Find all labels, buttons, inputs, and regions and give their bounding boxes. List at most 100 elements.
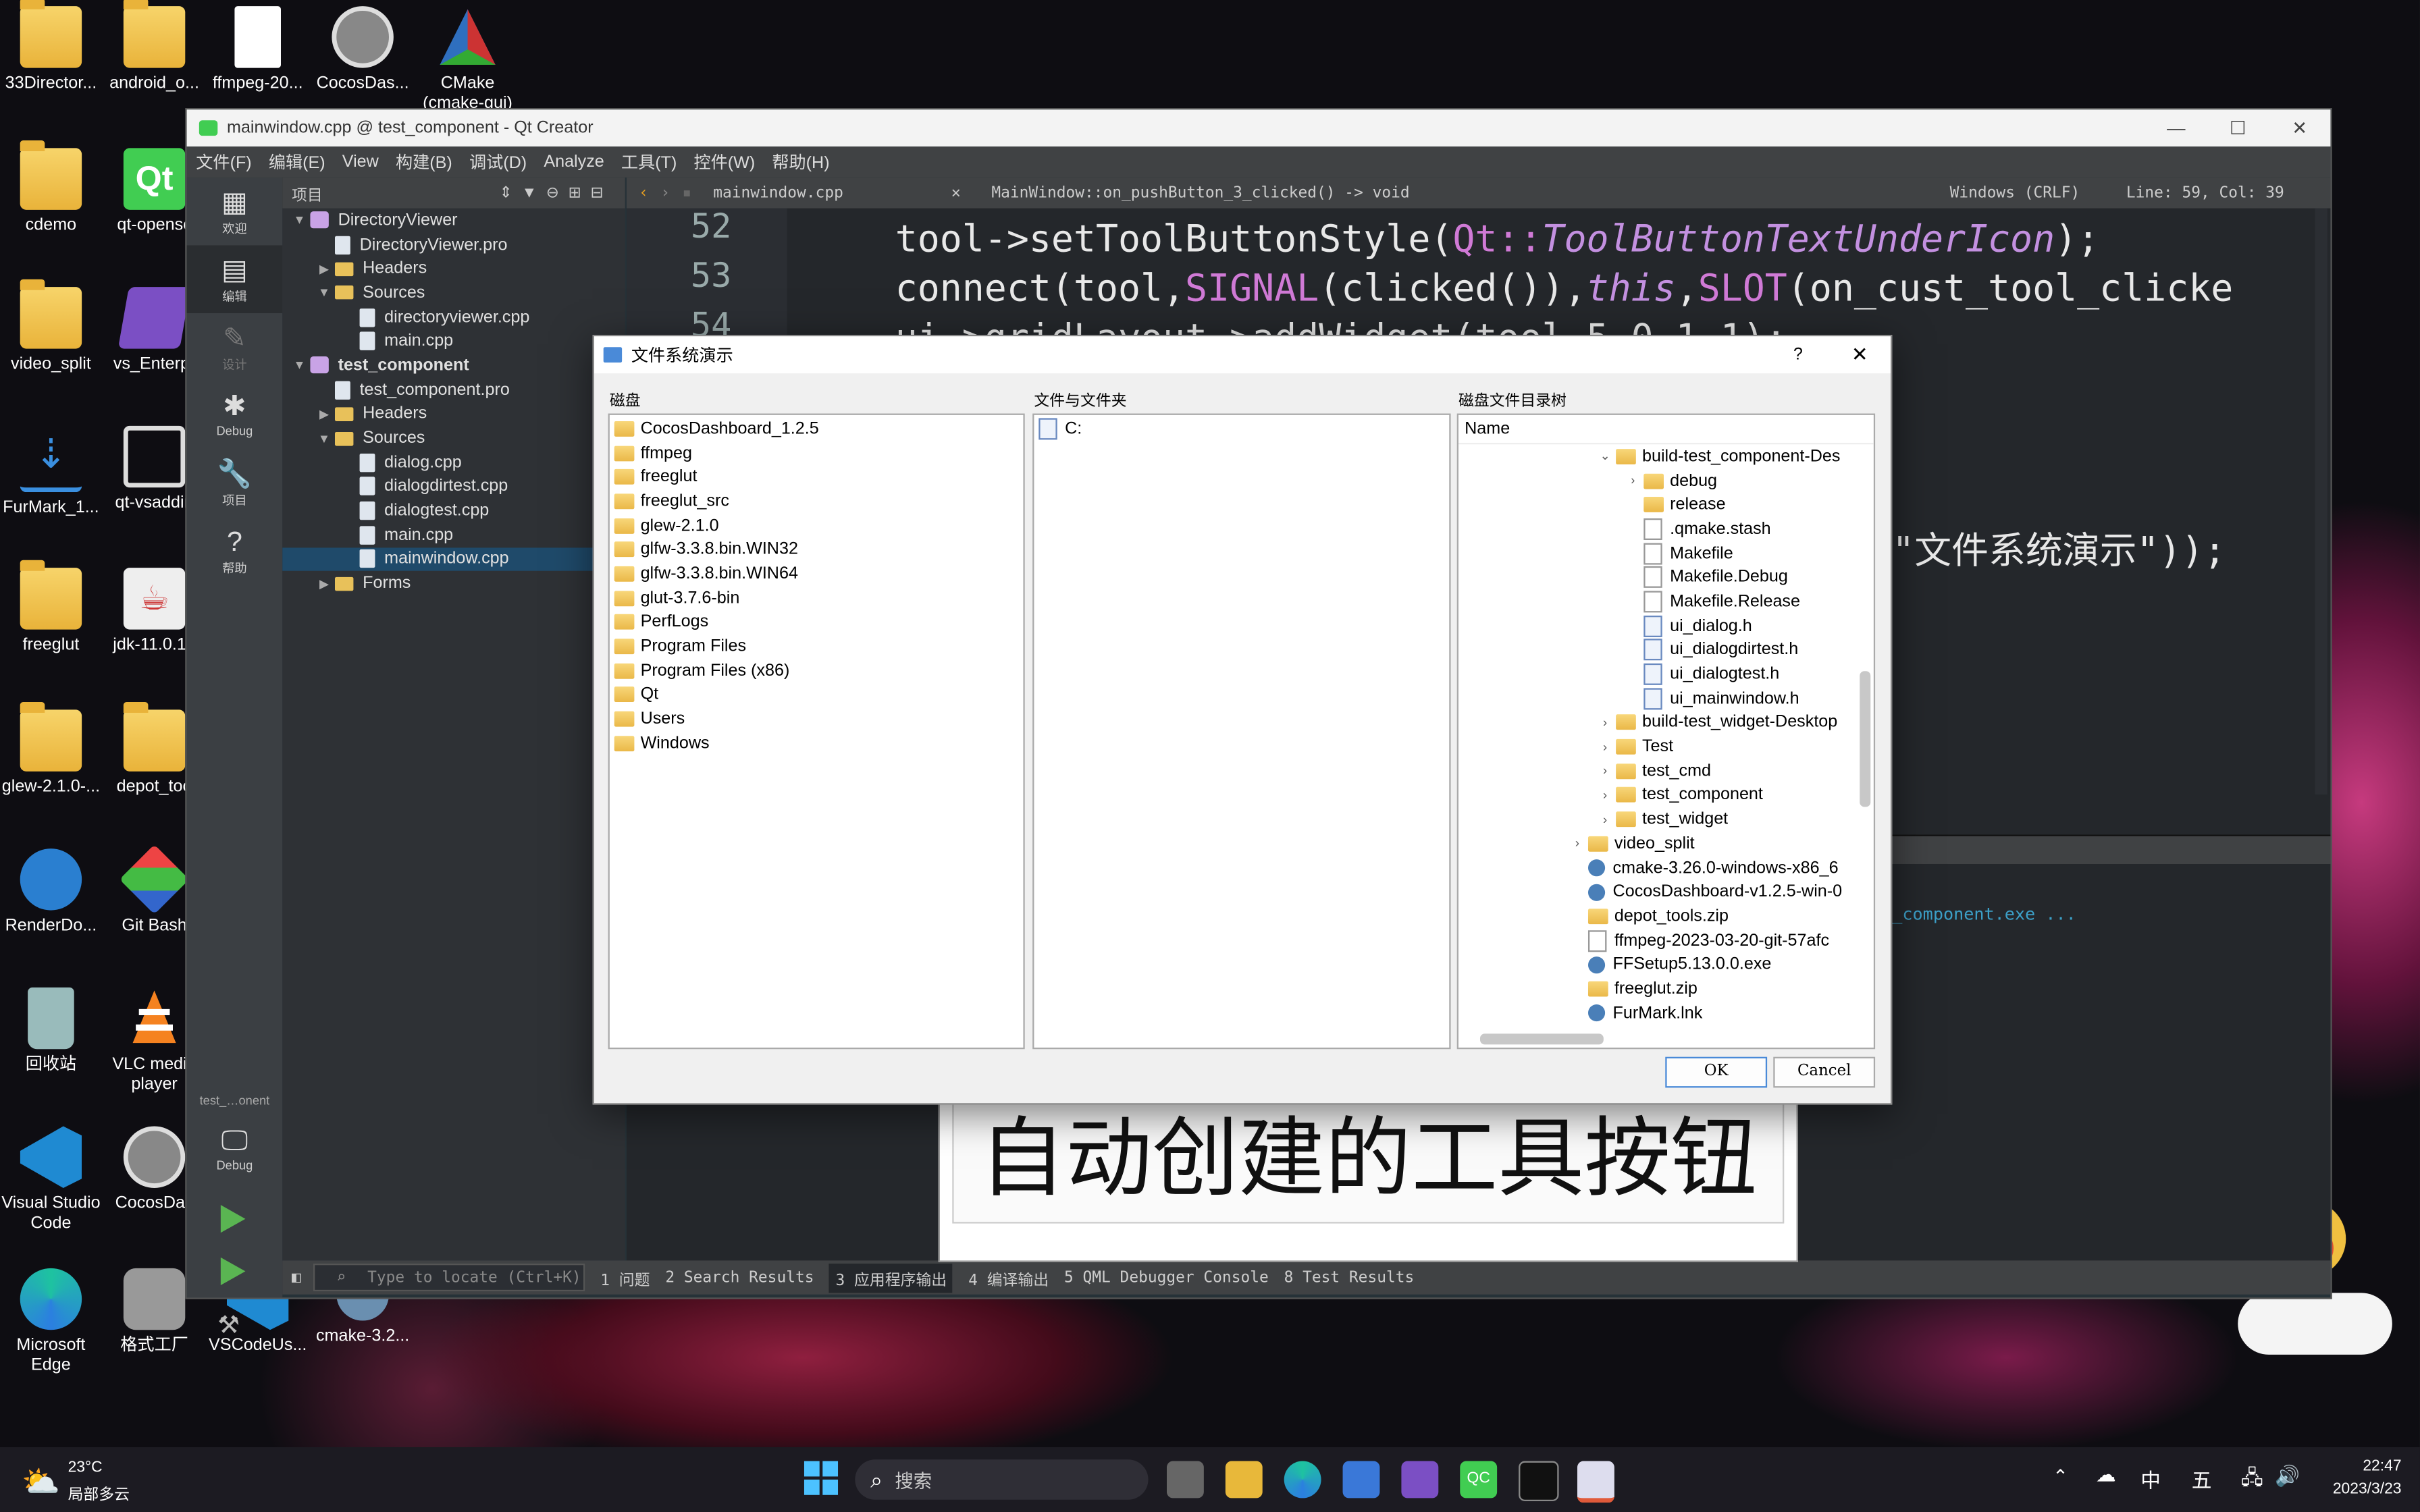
ok-button[interactable]: OK (1665, 1056, 1768, 1088)
editor-vertical-scrollbar[interactable] (2315, 208, 2327, 795)
directory-tree-item[interactable]: ⌄ build-test_component-Des (1458, 444, 1874, 468)
close-file-icon[interactable]: ✕ (951, 184, 961, 201)
directory-tree-item[interactable]: › test_cmd (1458, 759, 1874, 783)
mode-welcome[interactable]: ▦ 欢迎 (187, 178, 283, 246)
expand-arrow-icon[interactable]: › (1594, 788, 1616, 803)
directory-tree-item[interactable]: depot_tools.zip (1458, 905, 1874, 929)
project-tree-item[interactable]: ▼ Sources (282, 281, 625, 305)
project-tree-item[interactable]: main.cpp (282, 523, 625, 547)
directory-tree-item[interactable]: › test_component (1458, 783, 1874, 807)
project-tree-item[interactable]: ▼ test_component (282, 354, 625, 378)
tree-horizontal-scrollbar[interactable] (1479, 1033, 1604, 1045)
expand-arrow-icon[interactable]: ▶ (313, 262, 335, 276)
mode-design[interactable]: ✎ 设计 (187, 313, 283, 381)
menu-help[interactable]: 帮助(H) (772, 150, 829, 175)
directory-tree-item[interactable]: › video_split (1458, 832, 1874, 856)
expand-arrow-icon[interactable]: › (1622, 474, 1643, 488)
project-tree-item[interactable]: directoryviewer.cpp (282, 305, 625, 329)
minimize-button[interactable]: — (2145, 117, 2207, 139)
code-line-53[interactable]: connect(tool,SIGNAL(clicked()),this,SLOT… (895, 267, 2234, 310)
directory-tree-item[interactable]: ui_mainwindow.h (1458, 686, 1874, 711)
tab-issues[interactable]: 1 问题 (600, 1266, 650, 1289)
disk-list-item[interactable]: CocosDashboard_1.2.5 (614, 416, 1024, 441)
expand-arrow-icon[interactable]: ▼ (313, 431, 335, 446)
project-tree-item[interactable]: ▶ Forms (282, 571, 625, 595)
menu-widgets[interactable]: 控件(W) (693, 150, 755, 175)
desktop-icon-glew[interactable]: glew-2.1.0-... (0, 701, 102, 797)
tree-vertical-scrollbar[interactable] (1860, 671, 1871, 807)
menu-view[interactable]: View (342, 153, 379, 171)
mode-edit[interactable]: ▤ 编辑 (186, 245, 283, 313)
disk-list[interactable]: CocosDashboard_1.2.5 ffmpeg freeglut freegl… (608, 413, 1025, 1050)
expand-arrow-icon[interactable]: ▶ (313, 576, 335, 591)
menu-file[interactable]: 文件(F) (196, 150, 251, 175)
disk-list-item[interactable]: glew-2.1.0 (614, 514, 1024, 538)
directory-tree-item[interactable]: freeglut.zip (1458, 977, 1874, 1001)
toggle-sidebar-icon[interactable]: ◧ (292, 1269, 301, 1286)
menu-tools[interactable]: 工具(T) (621, 150, 677, 175)
maximize-button[interactable]: ☐ (2207, 117, 2269, 139)
desktop-icon-cmake[interactable]: CMake (cmake-gui) (417, 6, 519, 114)
code-line-52[interactable]: tool->setToolButtonStyle(Qt::ToolButtonT… (895, 217, 2099, 261)
nav-forward-icon[interactable]: › (660, 184, 670, 201)
disk-list-item[interactable]: Program Files (x86) (614, 659, 1024, 683)
expand-arrow-icon[interactable]: › (1594, 740, 1616, 754)
expand-arrow-icon[interactable]: ▼ (288, 213, 310, 227)
directory-tree-item[interactable]: Makefile.Release (1458, 589, 1874, 614)
clock-date[interactable]: 2023/3/23 (2309, 1481, 2402, 1498)
disk-list-item[interactable]: freeglut_src (614, 489, 1024, 514)
desktop-icon-recycle-bin[interactable]: 回收站 (0, 987, 102, 1075)
tab-test-results[interactable]: 8 Test Results (1284, 1269, 1415, 1286)
expand-arrow-icon[interactable]: ▶ (313, 407, 335, 421)
expand-arrow-icon[interactable]: › (1567, 837, 1588, 851)
filter-link-icons[interactable]: ⇕▼⊖⊞⊟ (500, 184, 613, 201)
project-tree-item[interactable]: mainwindow.cpp (282, 547, 625, 572)
project-tree-item[interactable]: dialogdirtest.cpp (282, 475, 625, 499)
network-icon[interactable]: 🖧 (2241, 1464, 2263, 1498)
menu-build[interactable]: 构建(B) (396, 150, 452, 175)
close-button[interactable]: ✕ (2269, 117, 2330, 139)
build-hammer-icon[interactable]: ⚒ (217, 1310, 240, 1341)
disk-list-item[interactable]: PerfLogs (614, 610, 1024, 634)
disk-list-item[interactable]: Program Files (614, 634, 1024, 659)
task-view-icon[interactable] (1166, 1461, 1204, 1498)
ime-wubi[interactable]: 五 (2192, 1464, 2212, 1493)
symbol-selector[interactable]: MainWindow::on_pushButton_3_clicked() ->… (991, 184, 1409, 201)
taskbar-search[interactable]: ⌕ 搜索 (855, 1459, 1149, 1500)
file-explorer-icon[interactable] (1225, 1461, 1263, 1498)
expand-arrow-icon[interactable]: › (1594, 813, 1616, 827)
directory-tree-item[interactable]: ui_dialog.h (1458, 614, 1874, 638)
directory-tree-item[interactable]: release (1458, 493, 1874, 517)
store-icon[interactable] (1342, 1461, 1380, 1498)
desktop-icon-video-split[interactable]: video_split (0, 279, 102, 375)
tray-chevron-icon[interactable]: ⌃ (2053, 1465, 2068, 1487)
desktop-icon-cocosdashboard[interactable]: CocosDas... (312, 6, 414, 94)
menu-edit[interactable]: 编辑(E) (269, 150, 325, 175)
menu-debug[interactable]: 调试(D) (469, 150, 527, 175)
project-tree-item[interactable]: dialog.cpp (282, 450, 625, 475)
directory-tree-item[interactable]: Makefile.Debug (1458, 566, 1874, 590)
nav-back-icon[interactable]: ‹ (639, 184, 648, 201)
auto-created-tool-button[interactable]: 自动创建的工具按钮 (952, 1097, 1785, 1224)
kit-selector[interactable]: 🖵 Debug (187, 1116, 283, 1184)
directory-tree-item[interactable]: FFSetup5.13.0.0.exe (1458, 952, 1874, 977)
volume-icon[interactable]: 🔊 (2275, 1464, 2300, 1489)
tab-compile-output[interactable]: 4 编译输出 (968, 1266, 1049, 1289)
directory-tree-item[interactable]: FurMark.lnk (1458, 1001, 1874, 1025)
debug-run-button[interactable] (220, 1257, 246, 1285)
project-tree-item[interactable]: test_component.pro (282, 378, 625, 402)
onedrive-icon[interactable]: ☁ (2096, 1463, 2116, 1488)
mode-debug[interactable]: ✱ Debug (187, 381, 283, 450)
project-tree-item[interactable]: dialogtest.cpp (282, 499, 625, 523)
file-list-item[interactable]: C: (1038, 416, 1449, 441)
directory-tree-item[interactable]: .qmake.stash (1458, 517, 1874, 541)
directory-tree[interactable]: Name ⌄ build-test_component-Des › debug rele… (1456, 413, 1876, 1050)
desktop-icon-vscode[interactable]: Visual Studio Code (0, 1126, 102, 1235)
locator-input[interactable]: ⌕ Type to locate (Ctrl+K) (313, 1263, 585, 1292)
disk-list-item[interactable]: ffmpeg (614, 441, 1024, 465)
help-button[interactable]: ? (1767, 346, 1829, 364)
directory-tree-item[interactable]: › Test (1458, 735, 1874, 759)
mode-help[interactable]: ? 帮助 (187, 517, 283, 585)
tab-application-output[interactable]: 3 应用程序输出 (829, 1262, 953, 1293)
visual-studio-icon[interactable] (1401, 1461, 1439, 1498)
